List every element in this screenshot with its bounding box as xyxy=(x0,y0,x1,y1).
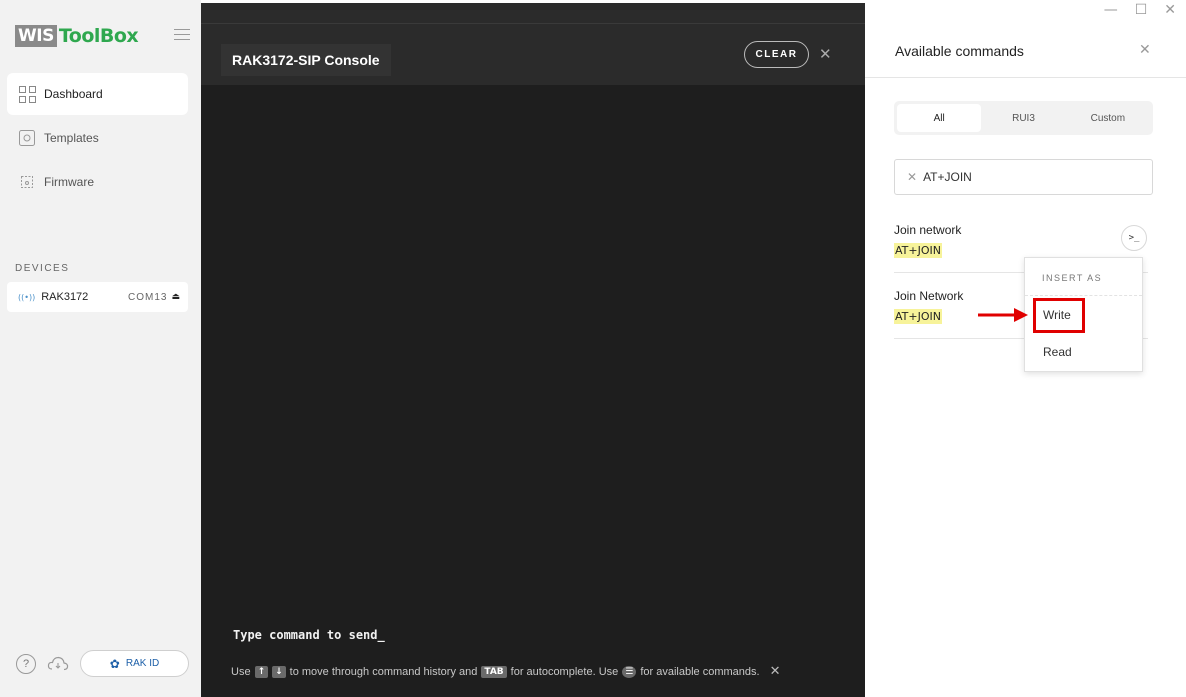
tab-all[interactable]: All xyxy=(897,104,982,132)
command-filter-tabs: All RUI3 Custom xyxy=(894,101,1153,135)
divider xyxy=(865,77,1186,78)
hint-text: for autocomplete. Use xyxy=(510,665,619,678)
sidebar: WIS ToolBox Dashboard Templates Firmware… xyxy=(0,0,201,697)
eject-icon[interactable]: ⏏ xyxy=(171,292,180,302)
sidebar-item-templates[interactable]: Templates xyxy=(7,117,188,159)
divider xyxy=(201,23,865,24)
clear-search-icon[interactable]: ✕ xyxy=(907,170,917,184)
panel-title: Available commands xyxy=(895,43,1024,59)
sidebar-item-firmware[interactable]: Firmware xyxy=(7,161,188,203)
minimize-icon[interactable]: — xyxy=(1104,2,1118,18)
insert-as-heading: INSERT AS xyxy=(1042,273,1103,283)
console-pane: RAK3172-SIP Console CLEAR ✕ Type command… xyxy=(201,0,865,697)
firmware-icon xyxy=(18,173,36,191)
insert-read-option: Read xyxy=(1043,345,1072,359)
insert-command-icon[interactable]: >_ xyxy=(1121,225,1147,251)
console-hint-bar: Use ↑ ↓ to move through command history … xyxy=(231,664,780,679)
tab-rui3[interactable]: RUI3 xyxy=(981,104,1065,132)
window-close-icon[interactable]: ✕ xyxy=(1164,2,1176,18)
devices-heading: DEVICES xyxy=(15,263,70,274)
arrow-down-key-icon: ↓ xyxy=(272,665,286,678)
tab-custom[interactable]: Custom xyxy=(1066,104,1150,132)
hint-text: for available commands. xyxy=(640,665,760,678)
dashboard-icon xyxy=(18,85,36,103)
panel-close-icon[interactable]: ✕ xyxy=(1139,42,1151,58)
command-search-box: ✕ xyxy=(894,159,1153,195)
sidebar-item-label: Templates xyxy=(44,131,99,145)
annotation-highlight-box xyxy=(1033,298,1085,333)
hamburger-menu-icon[interactable] xyxy=(174,29,190,41)
command-code: AT+JOIN xyxy=(894,243,942,258)
console-title-tab[interactable]: RAK3172-SIP Console xyxy=(221,44,391,76)
annotation-arrow-icon xyxy=(978,308,1028,322)
device-port: COM13 xyxy=(128,291,168,303)
device-item-rak3172[interactable]: ((•)) RAK3172 COM13 ⏏ xyxy=(7,282,188,312)
console-command-input[interactable]: Type command to send_ xyxy=(233,628,385,642)
help-icon[interactable]: ? xyxy=(16,654,36,674)
divider xyxy=(1025,295,1142,296)
rak-id-label: RAK ID xyxy=(125,658,160,669)
hint-close-icon[interactable]: ✕ xyxy=(770,664,781,679)
command-code: AT+JOIN xyxy=(894,309,942,324)
cloud-sync-icon[interactable] xyxy=(47,654,69,674)
command-search-input[interactable] xyxy=(923,170,1124,184)
hint-text: to move through command history and xyxy=(289,665,478,678)
clear-button[interactable]: CLEAR xyxy=(744,41,809,68)
rak-id-button[interactable]: ✿ RAK ID xyxy=(80,650,189,677)
sidebar-item-label: Dashboard xyxy=(44,87,103,101)
tab-key-icon: TAB xyxy=(481,665,507,678)
rak-logo-icon: ✿ xyxy=(109,656,120,671)
logo-wis-text: WIS xyxy=(15,25,57,47)
logo-toolbox-text: ToolBox xyxy=(58,25,139,47)
sidebar-item-label: Firmware xyxy=(44,175,94,189)
device-name: RAK3172 xyxy=(41,291,89,303)
arrow-up-key-icon: ↑ xyxy=(254,665,269,678)
wistoolbox-logo[interactable]: WIS ToolBox xyxy=(15,25,139,47)
console-close-icon[interactable]: ✕ xyxy=(819,45,832,63)
hint-text: Use xyxy=(231,665,251,678)
maximize-icon[interactable]: ☐ xyxy=(1135,2,1148,18)
command-name: Join network xyxy=(894,223,962,237)
signal-icon: ((•)) xyxy=(18,292,36,302)
sidebar-item-dashboard[interactable]: Dashboard xyxy=(7,73,188,115)
templates-icon xyxy=(18,129,36,147)
commands-panel-icon: ☰ xyxy=(622,665,637,678)
command-name: Join Network xyxy=(894,289,964,303)
window-controls: — ☐ ✕ xyxy=(1104,2,1176,18)
